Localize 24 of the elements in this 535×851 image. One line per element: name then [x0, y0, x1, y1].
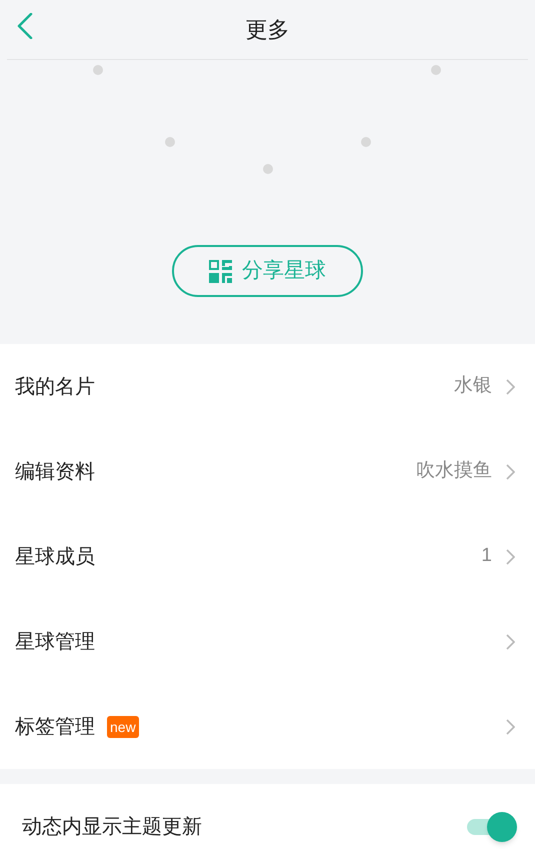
- chevron-icon: [506, 464, 515, 480]
- back-icon[interactable]: [16, 13, 34, 39]
- menu-value: 吹水摸鱼: [416, 459, 492, 484]
- menu-item[interactable]: 星球成员 1: [0, 514, 535, 599]
- page-title: 更多: [246, 16, 290, 44]
- menu-value: 水银: [454, 374, 492, 398]
- menu-item[interactable]: 编辑资料 吹水摸鱼: [0, 429, 535, 514]
- menu-label: 编辑资料: [15, 460, 95, 484]
- chevron-icon: [506, 378, 515, 394]
- menu-label: 星球管理: [15, 630, 95, 654]
- toggle-switch[interactable]: [465, 812, 517, 842]
- qr-code-icon: [209, 260, 232, 282]
- menu-label: 星球成员: [15, 544, 95, 570]
- new-badge: new: [107, 716, 139, 738]
- menu-item[interactable]: 我的名片 水银: [0, 344, 535, 429]
- menu-label: 我的名片: [15, 374, 95, 400]
- setting-label: 动态内显示主题更新: [22, 815, 203, 840]
- menu-value: 1: [481, 544, 492, 568]
- chevron-icon: [506, 634, 515, 650]
- chevron-icon: [506, 548, 515, 564]
- menu-label: 标签管理: [15, 714, 95, 740]
- menu-item[interactable]: 标签管理 new: [0, 684, 535, 769]
- chevron-icon: [506, 718, 515, 734]
- menu-item[interactable]: 星球管理: [0, 599, 535, 684]
